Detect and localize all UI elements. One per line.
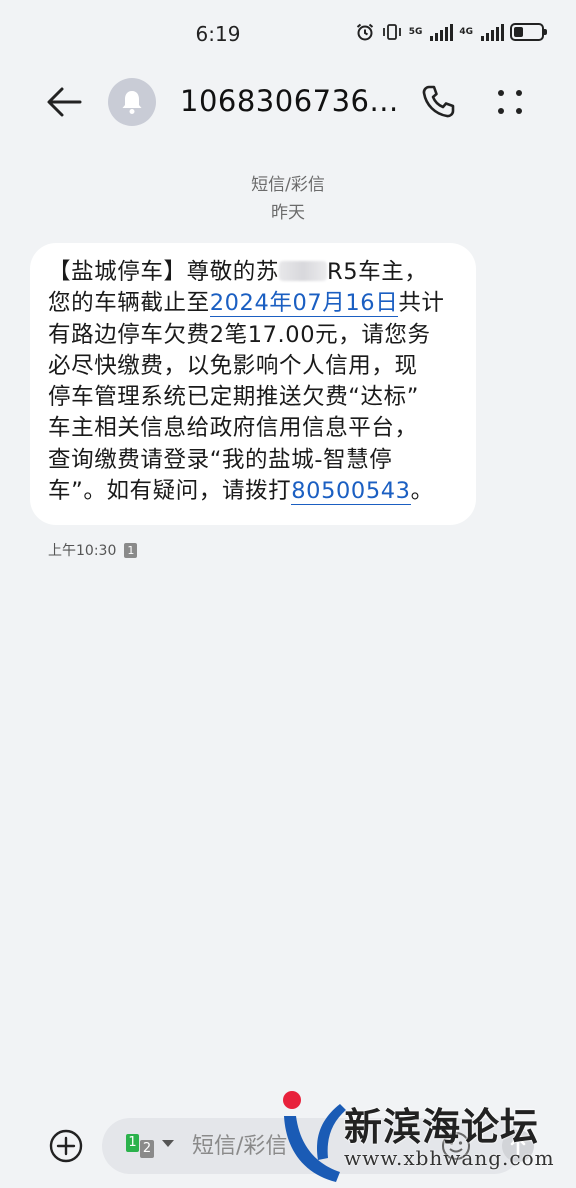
network-label-4g: 4G: [459, 26, 473, 37]
message-line: 停车管理系统已定期推送欠费“达标”: [48, 384, 420, 411]
phone-icon[interactable]: [418, 82, 458, 122]
network-label-5g: 5G: [408, 26, 423, 37]
avatar[interactable]: [108, 78, 156, 126]
back-arrow-icon[interactable]: [44, 84, 84, 120]
message-input-pill[interactable]: 1 2: [102, 1118, 534, 1174]
add-attachment-icon[interactable]: [48, 1128, 84, 1164]
message-line: 必尽快缴费，以免影响个人信用，现: [48, 352, 418, 379]
conversation-header: 1068306736...: [0, 70, 576, 134]
composer-bar: 1 2: [0, 1104, 576, 1188]
contact-number[interactable]: 1068306736...: [180, 84, 399, 118]
signal-bars-icon-2: [481, 23, 504, 41]
sim-slot-badge: 1: [124, 542, 138, 558]
status-icons: 5G 4G: [355, 22, 547, 42]
message-line: 有路边停车欠费2笔17.00元，请您务: [48, 321, 431, 348]
message-line: 车”。如有疑问，请拨打80500543。: [48, 478, 434, 506]
sim2-icon: 2: [140, 1140, 154, 1158]
message-bubble[interactable]: 【盐城停车】尊敬的苏 R5车主， 您的车辆截止至2024年07月16日共计 有路边…: [30, 243, 476, 525]
sim-switch[interactable]: 1 2: [126, 1134, 180, 1158]
more-vertical-icon[interactable]: [494, 84, 526, 120]
vibrate-icon: [382, 24, 401, 40]
bell-icon: [122, 91, 142, 114]
sim1-icon: 1: [126, 1134, 139, 1152]
message-line: 您的车辆截止至2024年07月16日共计: [48, 290, 445, 318]
channel-label: 短信/彩信: [251, 175, 325, 195]
message-line: 【盐城停车】尊敬的苏 R5车主，: [48, 259, 428, 285]
sent-time: 上午10:30: [48, 543, 117, 559]
signal-bars-icon-1: [430, 23, 454, 41]
status-bar: 6:19 5G 4G: [0, 0, 576, 66]
phone-number-link[interactable]: 80500543: [291, 478, 411, 506]
chevron-down-icon: [162, 1140, 174, 1147]
message-input[interactable]: [192, 1129, 412, 1163]
alarm-icon: [356, 23, 373, 41]
emoji-icon[interactable]: [440, 1130, 472, 1162]
day-label: 昨天: [271, 203, 305, 223]
date-link[interactable]: 2024年07月16日: [209, 290, 399, 318]
battery-icon: [510, 23, 547, 41]
message-timestamp: 上午10:30 1: [48, 540, 138, 560]
send-icon[interactable]: [500, 1128, 536, 1164]
message-line: 车主相关信息给政府信用信息平台，: [48, 415, 418, 442]
message-line: 查询缴费请登录“我的盐城-智慧停: [48, 446, 393, 473]
redacted-plate: [279, 261, 328, 281]
